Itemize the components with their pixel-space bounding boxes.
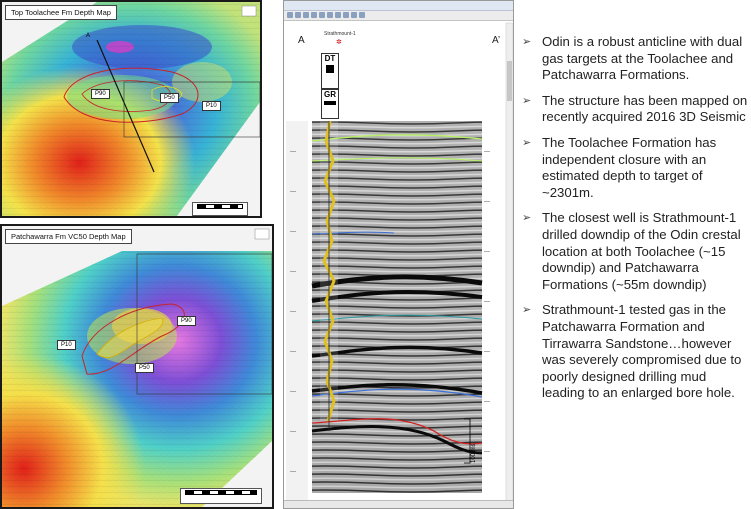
seismic-image <box>286 22 513 502</box>
bullet-text: Odin is a robust anticline with dual gas… <box>542 34 743 83</box>
seismic-section-window: A A’ Strathmount-1 ✲ DT GR 100 ms <box>283 0 514 509</box>
map-title: Top Toolachee Fm Depth Map <box>5 5 117 20</box>
bullet-item: ➢ Odin is a robust anticline with dual g… <box>522 34 748 84</box>
arrow-bullet-icon: ➢ <box>522 136 532 149</box>
p10-label: P10 <box>57 340 76 350</box>
p90-label: P90 <box>177 316 196 326</box>
bullet-text: The closest well is Strathmount-1 drille… <box>542 210 741 292</box>
arrow-bullet-icon: ➢ <box>522 212 532 225</box>
arrow-bullet-icon: ➢ <box>522 36 532 48</box>
bullet-text: The Toolachee Formation has independent … <box>542 134 717 200</box>
bullet-item: ➢ The structure has been mapped on recen… <box>522 93 748 126</box>
bullet-text: Strathmount-1 tested gas in the Patchawa… <box>542 302 742 401</box>
depth-map-image <box>2 2 260 216</box>
arrow-bullet-icon: ➢ <box>522 94 532 107</box>
p10-label: P10 <box>202 101 221 111</box>
bullet-text: The structure has been mapped on recentl… <box>542 92 748 125</box>
map-scale-bar <box>192 202 248 216</box>
map-title: Patchawarra Fm VC50 Depth Map <box>5 229 132 244</box>
p90-label: P90 <box>91 89 110 99</box>
arrow-bullet-icon: ➢ <box>522 304 532 317</box>
p50-label: P50 <box>160 93 179 103</box>
bullet-item: ➢ Strathmount-1 tested gas in the Patcha… <box>522 302 748 402</box>
status-bar <box>284 500 513 508</box>
bullet-list: ➢ Odin is a robust anticline with dual g… <box>522 34 748 411</box>
toolachee-depth-map: Top Toolachee Fm Depth Map A P90 P50 P10 <box>0 0 262 218</box>
time-scale-label: 100 ms <box>471 443 477 463</box>
bullet-item: ➢ The closest well is Strathmount-1 dril… <box>522 210 748 293</box>
vertical-scrollbar[interactable] <box>506 23 513 501</box>
patchawarra-depth-map: Patchawarra Fm VC50 Depth Map P90 P10 P5… <box>0 224 274 509</box>
bullet-item: ➢ The Toolachee Formation has independen… <box>522 135 748 201</box>
p50-label: P50 <box>135 363 154 373</box>
section-point-a: A <box>86 33 91 39</box>
map-scale-bar <box>180 488 262 504</box>
